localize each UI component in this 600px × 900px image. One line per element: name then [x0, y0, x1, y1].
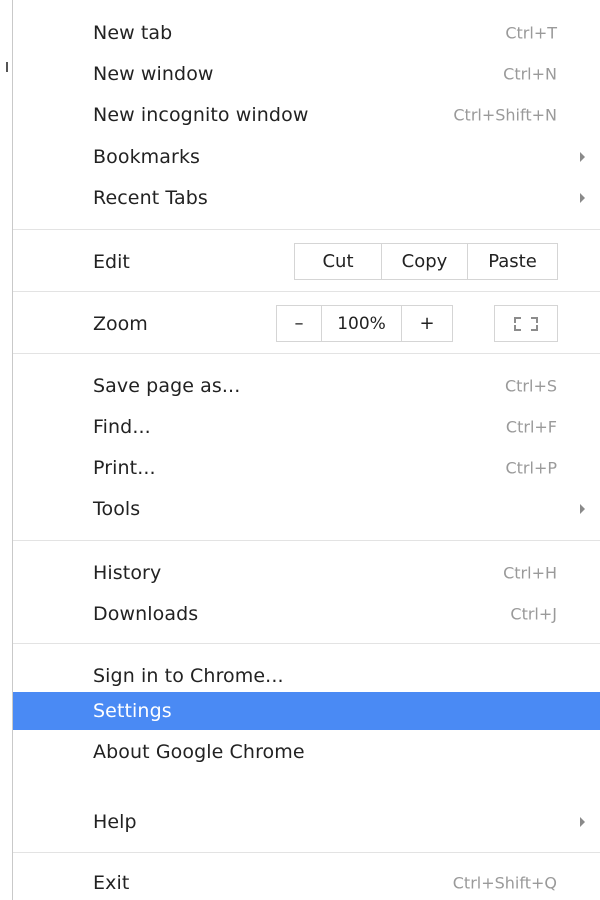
- menu-item-label: Downloads: [93, 603, 199, 625]
- menu-item-new-incognito-window[interactable]: New incognito window Ctrl+Shift+N: [13, 96, 600, 134]
- fullscreen-button[interactable]: [494, 305, 558, 342]
- cut-button[interactable]: Cut: [295, 244, 381, 279]
- zoom-in-button[interactable]: +: [401, 306, 452, 341]
- menu-item-label: Sign in to Chrome...: [93, 665, 284, 687]
- menu-separator: [13, 540, 600, 541]
- window-edge-mark: [6, 62, 8, 72]
- zoom-level-value: 100%: [321, 306, 401, 341]
- submenu-arrow-icon: [580, 152, 585, 162]
- menu-item-tools[interactable]: Tools: [13, 490, 600, 528]
- zoom-out-button[interactable]: –: [277, 306, 321, 341]
- menu-item-shortcut: Ctrl+Shift+N: [453, 105, 557, 125]
- menu-item-save-page-as[interactable]: Save page as... Ctrl+S: [13, 367, 600, 405]
- menu-item-shortcut: Ctrl+F: [505, 417, 557, 437]
- menu-item-sign-in[interactable]: Sign in to Chrome...: [13, 657, 600, 695]
- edit-row-label: Edit: [93, 251, 130, 273]
- menu-item-label: New incognito window: [93, 104, 309, 126]
- menu-item-label: Help: [93, 811, 137, 833]
- menu-item-new-tab[interactable]: New tab Ctrl+T: [13, 14, 600, 52]
- menu-item-label: New window: [93, 63, 214, 85]
- menu-item-new-window[interactable]: New window Ctrl+N: [13, 55, 600, 93]
- menu-separator: [13, 852, 600, 853]
- menu-item-label: Tools: [93, 498, 141, 520]
- submenu-arrow-icon: [580, 193, 585, 203]
- menu-item-label: New tab: [93, 22, 173, 44]
- menu-item-shortcut: Ctrl+Shift+Q: [452, 873, 557, 893]
- menu-item-about-google-chrome[interactable]: About Google Chrome: [13, 733, 600, 771]
- menu-item-help[interactable]: Help: [13, 803, 600, 841]
- menu-item-bookmarks[interactable]: Bookmarks: [13, 138, 600, 176]
- menu-item-label: Find...: [93, 416, 151, 438]
- menu-item-shortcut: Ctrl+J: [510, 604, 557, 624]
- page: New tab Ctrl+T New window Ctrl+N New inc…: [0, 0, 600, 900]
- zoom-row-label: Zoom: [93, 313, 148, 335]
- menu-item-label: Bookmarks: [93, 146, 201, 168]
- menu-item-print[interactable]: Print... Ctrl+P: [13, 449, 600, 487]
- menu-item-label: History: [93, 562, 162, 584]
- menu-separator: [13, 229, 600, 230]
- menu-item-exit[interactable]: Exit Ctrl+Shift+Q: [13, 864, 600, 900]
- menu-item-label: About Google Chrome: [93, 741, 305, 763]
- menu-separator: [13, 353, 600, 354]
- menu-item-label: Save page as...: [93, 375, 241, 397]
- menu-item-shortcut: Ctrl+N: [503, 64, 557, 84]
- menu-item-find[interactable]: Find... Ctrl+F: [13, 408, 600, 446]
- menu-item-label: Print...: [93, 457, 156, 479]
- submenu-arrow-icon: [580, 817, 585, 827]
- submenu-arrow-icon: [580, 504, 585, 514]
- menu-separator: [13, 643, 600, 644]
- copy-button[interactable]: Copy: [381, 244, 467, 279]
- menu-item-shortcut: Ctrl+S: [504, 376, 557, 396]
- menu-item-settings[interactable]: Settings: [13, 692, 600, 730]
- menu-item-shortcut: Ctrl+T: [505, 23, 557, 43]
- menu-item-label: Settings: [93, 700, 172, 722]
- menu-item-downloads[interactable]: Downloads Ctrl+J: [13, 595, 600, 633]
- menu-item-shortcut: Ctrl+H: [503, 563, 557, 583]
- menu-item-recent-tabs[interactable]: Recent Tabs: [13, 179, 600, 217]
- menu-item-shortcut: Ctrl+P: [505, 458, 557, 478]
- paste-button[interactable]: Paste: [467, 244, 557, 279]
- menu-separator: [13, 291, 600, 292]
- edit-button-group: Cut Copy Paste: [294, 243, 558, 280]
- menu-item-label: Recent Tabs: [93, 187, 208, 209]
- chrome-main-menu: New tab Ctrl+T New window Ctrl+N New inc…: [12, 0, 600, 900]
- menu-item-history[interactable]: History Ctrl+H: [13, 554, 600, 592]
- zoom-controls: – 100% +: [276, 305, 453, 342]
- fullscreen-icon: [514, 316, 538, 331]
- menu-item-label: Exit: [93, 872, 130, 894]
